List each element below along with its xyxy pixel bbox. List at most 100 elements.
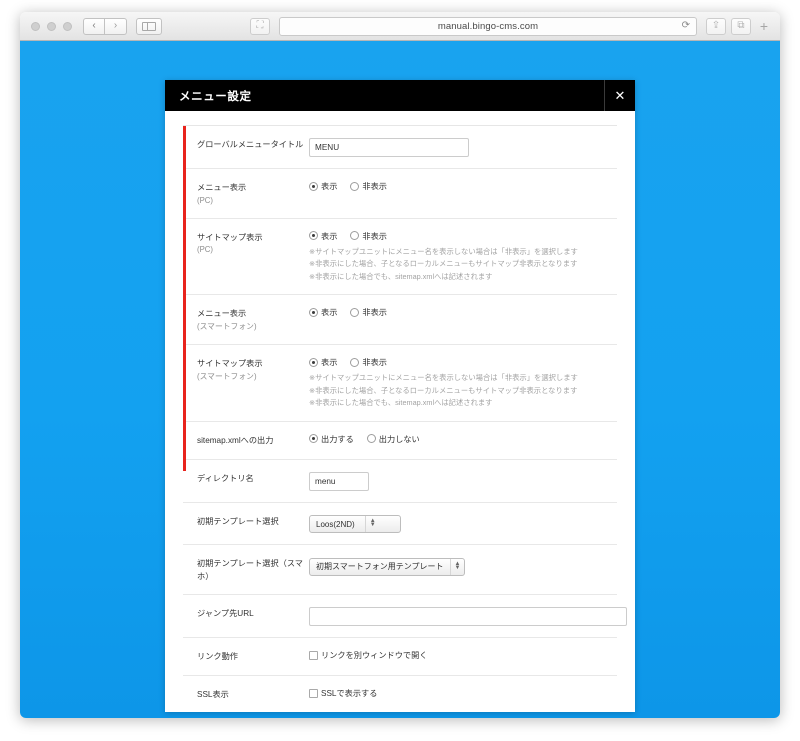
window-controls[interactable] <box>31 21 72 31</box>
form-row-sitemap-display-smartphone: サイトマップ表示 (スマートフォン) 表示 非表示 ※サイトマップユニットにメニ… <box>183 345 617 422</box>
form-row-menu-display-pc: メニュー表示 (PC) 表示 非表示 <box>183 169 617 219</box>
note-line: ※非表示にした場合、子となるローカルメニューもサイトマップ非表示となります <box>309 259 578 269</box>
row-label-sub: (PC) <box>197 195 214 205</box>
reload-icon[interactable]: ⟳ <box>682 21 690 31</box>
maximize-window-button[interactable] <box>63 21 72 31</box>
radio-option-hide[interactable]: 非表示 <box>350 180 387 192</box>
form-row-link-action: リンク動作 リンクを別ウィンドウで開く <box>183 638 617 677</box>
chevron-updown-icon: ▲ ▼ <box>364 516 376 533</box>
ssl-display-checkbox-row[interactable]: SSLで表示する <box>309 687 617 699</box>
row-field: Loos(2ND) ▲ ▼ <box>305 514 617 534</box>
radio-icon[interactable] <box>350 357 360 367</box>
row-label: グローバルメニュータイトル <box>197 140 304 149</box>
row-field: SSLで表示する <box>305 687 617 699</box>
radio-option-show[interactable]: 表示 <box>309 356 337 368</box>
radio-option-hide[interactable]: 非表示 <box>350 306 387 318</box>
row-field: 表示 非表示 <box>305 180 617 192</box>
row-field: 出力する 出力しない <box>305 433 617 445</box>
sitemap-xml-output-radios: 出力する 出力しない <box>309 433 617 445</box>
radio-label: 表示 <box>321 358 338 368</box>
page-viewport: メニュー設定 ✕ グローバルメニュータイトル MENU メニュー表示 (PC) … <box>20 41 780 718</box>
radio-option-output[interactable]: 出力する <box>309 433 354 445</box>
radio-icon[interactable] <box>366 434 376 444</box>
radio-icon[interactable] <box>350 307 360 317</box>
settings-form: グローバルメニュータイトル メニュー表示 (PC) <box>183 125 627 712</box>
link-new-window-checkbox-row[interactable]: リンクを別ウィンドウで開く <box>309 649 617 661</box>
radio-icon[interactable] <box>309 231 318 241</box>
checkbox-icon[interactable] <box>309 650 318 660</box>
menu-display-smartphone-radios: 表示 非表示 <box>309 306 617 318</box>
radio-option-show[interactable]: 表示 <box>309 306 337 318</box>
share-icon[interactable]: ⇪ <box>706 17 726 35</box>
address-bar[interactable]: manual.bingo-cms.com ⟳ <box>279 16 697 36</box>
sidebar-glyph <box>142 21 156 31</box>
row-label: サイトマップ表示 (PC) <box>197 230 305 257</box>
radio-label: 表示 <box>321 182 338 191</box>
reader-view-icon[interactable]: ⛶ <box>250 17 270 35</box>
required-accent-bar <box>183 126 186 471</box>
browser-window: ‹ › ⛶ manual.bingo-cms.com ⟳ ⇪ ⧉ + メニュー設… <box>20 12 780 718</box>
browser-toolbar: ‹ › ⛶ manual.bingo-cms.com ⟳ ⇪ ⧉ + <box>20 12 780 41</box>
row-label: メニュー表示 (PC) <box>197 180 305 207</box>
menu-settings-modal: メニュー設定 ✕ グローバルメニュータイトル MENU メニュー表示 (PC) … <box>165 80 635 712</box>
radio-icon[interactable] <box>350 181 360 191</box>
row-field: 初期スマートフォン用テンプレート ▲ ▼ <box>305 556 617 576</box>
checkbox-label: リンクを別ウィンドウで開く <box>321 651 428 661</box>
radio-label: 表示 <box>321 231 338 241</box>
row-notes: ※サイトマップユニットにメニュー名を表示しない場合は「非表示」を選択します ※非… <box>309 372 617 410</box>
checkbox-icon[interactable] <box>309 688 318 698</box>
row-label: ジャンプ先URL <box>197 609 254 619</box>
navigation-buttons[interactable]: ‹ › <box>83 17 127 35</box>
radio-icon[interactable] <box>309 181 318 191</box>
row-label: SSL表示 <box>197 690 229 700</box>
forward-icon[interactable]: › <box>105 17 127 35</box>
row-field: 表示 非表示 ※サイトマップユニットにメニュー名を表示しない場合は「非表示」を選… <box>305 230 617 284</box>
form-row-menu-display-smartphone: メニュー表示 (スマートフォン) 表示 非表示 <box>183 295 617 346</box>
sitemap-display-pc-radios: 表示 非表示 <box>309 230 617 242</box>
radio-icon[interactable] <box>350 231 360 241</box>
form-row-directory-name: ディレクトリ名 <box>183 460 617 503</box>
note-line: ※サイトマップユニットにメニュー名を表示しない場合は「非表示」を選択します <box>309 246 578 256</box>
initial-template-smartphone-select[interactable]: 初期スマートフォン用テンプレート ▲ ▼ <box>309 557 466 576</box>
minimize-window-button[interactable] <box>47 21 56 31</box>
back-icon[interactable]: ‹ <box>83 17 105 35</box>
radio-icon[interactable] <box>309 307 318 317</box>
initial-template-select[interactable]: Loos(2ND) ▲ ▼ <box>309 515 401 534</box>
form-row-sitemap-display-pc: サイトマップ表示 (PC) 表示 非表示 ※サイトマップユニットにメニュー名を表… <box>183 219 617 296</box>
radio-label: 非表示 <box>362 358 387 368</box>
row-label-text: サイトマップ表示 <box>197 232 263 242</box>
row-field <box>305 471 617 491</box>
radio-option-show[interactable]: 表示 <box>309 180 337 192</box>
form-row-jump-url: ジャンプ先URL <box>183 595 627 639</box>
radio-label: 表示 <box>321 308 338 318</box>
close-icon[interactable]: ✕ <box>604 80 635 111</box>
radio-label: 非表示 <box>362 182 387 191</box>
menu-display-pc-radios: 表示 非表示 <box>309 180 617 192</box>
radio-icon[interactable] <box>309 357 318 367</box>
new-tab-icon[interactable]: + <box>756 18 772 35</box>
row-field: リンクを別ウィンドウで開く <box>305 649 617 661</box>
row-label: サイトマップ表示 (スマートフォン) <box>197 356 305 383</box>
note-line: ※非表示にした場合でも、sitemap.xmlへは記述されます <box>309 398 493 408</box>
row-field: 表示 非表示 <box>305 306 617 318</box>
chevron-updown-icon: ▲ ▼ <box>449 558 460 575</box>
sitemap-display-smartphone-radios: 表示 非表示 <box>309 356 617 368</box>
close-window-button[interactable] <box>31 21 40 31</box>
directory-name-input[interactable] <box>309 471 369 491</box>
modal-title: メニュー設定 <box>179 90 252 103</box>
tabs-icon[interactable]: ⧉ <box>731 17 751 35</box>
radio-option-show[interactable]: 表示 <box>309 230 337 242</box>
row-label-text: サイトマップ表示 <box>197 359 263 369</box>
form-row-ssl-display: SSL表示 SSLで表示する <box>183 676 617 712</box>
radio-icon[interactable] <box>309 434 318 444</box>
radio-option-no-output[interactable]: 出力しない <box>366 433 420 445</box>
checkbox-label: SSLで表示する <box>321 689 378 699</box>
note-line: ※非表示にした場合、子となるローカルメニューもサイトマップ非表示となります <box>309 385 578 395</box>
radio-option-hide[interactable]: 非表示 <box>350 356 387 368</box>
row-label-sub: (スマートフォン) <box>197 322 257 332</box>
row-label-sub: (PC) <box>197 245 214 255</box>
radio-option-hide[interactable]: 非表示 <box>350 230 387 242</box>
sidebar-toggle-icon[interactable] <box>136 17 162 35</box>
jump-url-input[interactable] <box>309 607 627 627</box>
global-menu-title-input[interactable] <box>309 138 469 157</box>
